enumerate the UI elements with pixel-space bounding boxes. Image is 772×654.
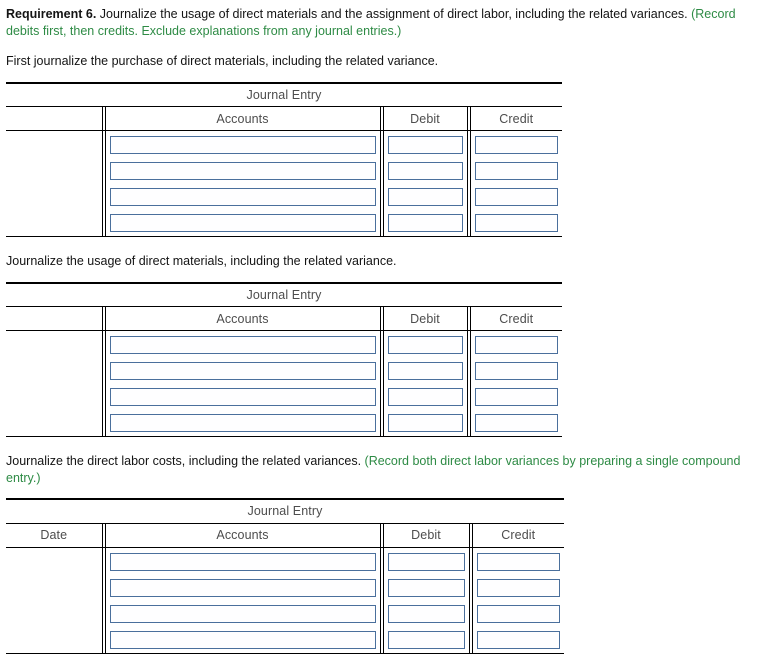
table-2-credit-cells — [470, 331, 562, 437]
credit-input[interactable] — [476, 630, 561, 649]
credit-input[interactable] — [476, 604, 561, 623]
section-2-instruction: Journalize the usage of direct materials… — [4, 253, 768, 270]
table-3-col-accounts: Accounts — [105, 523, 380, 548]
debit-input[interactable] — [387, 630, 465, 649]
accounts-input[interactable] — [109, 336, 376, 354]
requirement-prompt: Requirement 6. Journalize the usage of d… — [4, 6, 768, 39]
table-2-title: Journal Entry — [6, 281, 563, 307]
section-2-instruction-text: Journalize the usage of direct materials… — [6, 254, 397, 268]
table-1-col-date — [6, 106, 102, 131]
debit-input[interactable] — [387, 362, 463, 380]
table-1-title-row: Journal Entry — [6, 81, 563, 107]
credit-input[interactable] — [474, 162, 559, 180]
debit-input[interactable] — [387, 414, 463, 432]
table-3-accounts-cells — [105, 547, 380, 653]
accounts-input[interactable] — [109, 414, 376, 432]
accounts-input[interactable] — [109, 388, 376, 406]
debit-input[interactable] — [387, 188, 463, 206]
table-2-date-cells — [6, 330, 102, 437]
accounts-input[interactable] — [109, 214, 376, 232]
table-1-col-debit: Debit — [383, 106, 467, 131]
worksheet-page: Requirement 6. Journalize the usage of d… — [0, 0, 772, 654]
section-3-instruction: Journalize the direct labor costs, inclu… — [4, 453, 768, 486]
table-3-title: Journal Entry — [6, 498, 565, 524]
credit-input[interactable] — [474, 414, 559, 432]
section-1-instruction: First journalize the purchase of direct … — [4, 53, 768, 70]
accounts-input[interactable] — [109, 136, 376, 154]
table-1-credit-cells — [470, 131, 562, 237]
credit-input[interactable] — [474, 388, 559, 406]
table-1-date-cells — [6, 130, 102, 237]
debit-input[interactable] — [387, 214, 463, 232]
table-3-debit-cells — [383, 547, 469, 653]
table-1-col-credit: Credit — [470, 106, 563, 131]
table-2-col-accounts: Accounts — [105, 306, 380, 331]
table-1-accounts-cells — [105, 131, 380, 237]
table-1-debit-cells — [383, 131, 467, 237]
table-2-col-debit: Debit — [383, 306, 467, 331]
section-3-instruction-text: Journalize the direct labor costs, inclu… — [6, 454, 365, 468]
credit-input[interactable] — [476, 578, 561, 597]
debit-input[interactable] — [387, 162, 463, 180]
table-1-body-row — [6, 130, 562, 237]
debit-input[interactable] — [387, 604, 465, 623]
debit-input[interactable] — [387, 388, 463, 406]
debit-input[interactable] — [387, 136, 463, 154]
credit-input[interactable] — [474, 214, 559, 232]
table-3-body-row — [6, 547, 564, 653]
credit-input[interactable] — [474, 188, 559, 206]
debit-input[interactable] — [387, 336, 463, 354]
table-3-header-row: Date Accounts Debit Credit — [6, 523, 565, 548]
table-3-date-cells — [6, 547, 102, 653]
table-2-accounts-cells — [105, 331, 380, 437]
table-3-footer-rule — [6, 652, 565, 654]
table-2-body-row — [6, 330, 562, 437]
table-3-col-credit: Credit — [472, 523, 565, 548]
table-3-col-debit: Debit — [383, 523, 469, 548]
table-3-title-row: Journal Entry — [6, 498, 565, 524]
accounts-input[interactable] — [109, 162, 376, 180]
accounts-input[interactable] — [109, 188, 376, 206]
accounts-input[interactable] — [109, 604, 376, 623]
table-2-col-credit: Credit — [470, 306, 563, 331]
requirement-label: Requirement 6. — [6, 7, 97, 21]
table-1-header-row: Accounts Debit Credit — [6, 106, 563, 131]
section-1-instruction-text: First journalize the purchase of direct … — [6, 54, 439, 68]
table-2-header-row: Accounts Debit Credit — [6, 306, 563, 331]
journal-entry-table-3-clip: Journal Entry Date Accounts Debit Credit — [4, 498, 768, 654]
table-2-col-date — [6, 306, 102, 331]
table-2-debit-cells — [383, 331, 467, 437]
table-1-title: Journal Entry — [6, 81, 563, 107]
debit-input[interactable] — [387, 578, 465, 597]
table-1-col-accounts: Accounts — [105, 106, 380, 131]
journal-entry-table-2: Journal Entry Accounts Debit Credit — [6, 281, 563, 437]
debit-input[interactable] — [387, 552, 465, 571]
table-3-col-date: Date — [6, 523, 102, 548]
credit-input[interactable] — [474, 362, 559, 380]
credit-input[interactable] — [474, 336, 559, 354]
requirement-text: Journalize the usage of direct materials… — [96, 7, 692, 21]
table-2-title-row: Journal Entry — [6, 281, 563, 307]
accounts-input[interactable] — [109, 552, 376, 571]
table-3-credit-cells — [472, 547, 564, 653]
accounts-input[interactable] — [109, 630, 376, 649]
journal-entry-table-3: Journal Entry Date Accounts Debit Credit — [6, 498, 565, 654]
credit-input[interactable] — [474, 136, 559, 154]
accounts-input[interactable] — [109, 362, 376, 380]
accounts-input[interactable] — [109, 578, 376, 597]
credit-input[interactable] — [476, 552, 561, 571]
journal-entry-table-1: Journal Entry Accounts Debit Credit — [6, 81, 563, 237]
